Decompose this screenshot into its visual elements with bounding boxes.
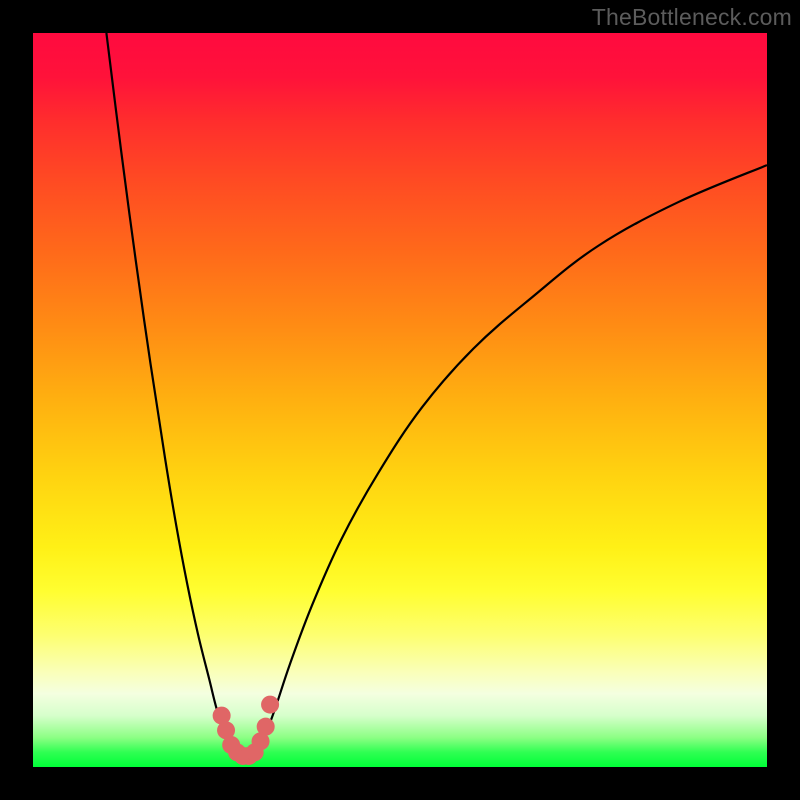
valley-marker-group <box>213 696 279 765</box>
valley-marker <box>257 718 275 736</box>
curve-right-branch <box>257 165 767 752</box>
curve-layer <box>33 33 767 767</box>
valley-marker <box>261 696 279 714</box>
curve-left-branch <box>106 33 234 752</box>
chart-frame: TheBottleneck.com <box>0 0 800 800</box>
watermark-text: TheBottleneck.com <box>592 4 792 31</box>
plot-area <box>33 33 767 767</box>
